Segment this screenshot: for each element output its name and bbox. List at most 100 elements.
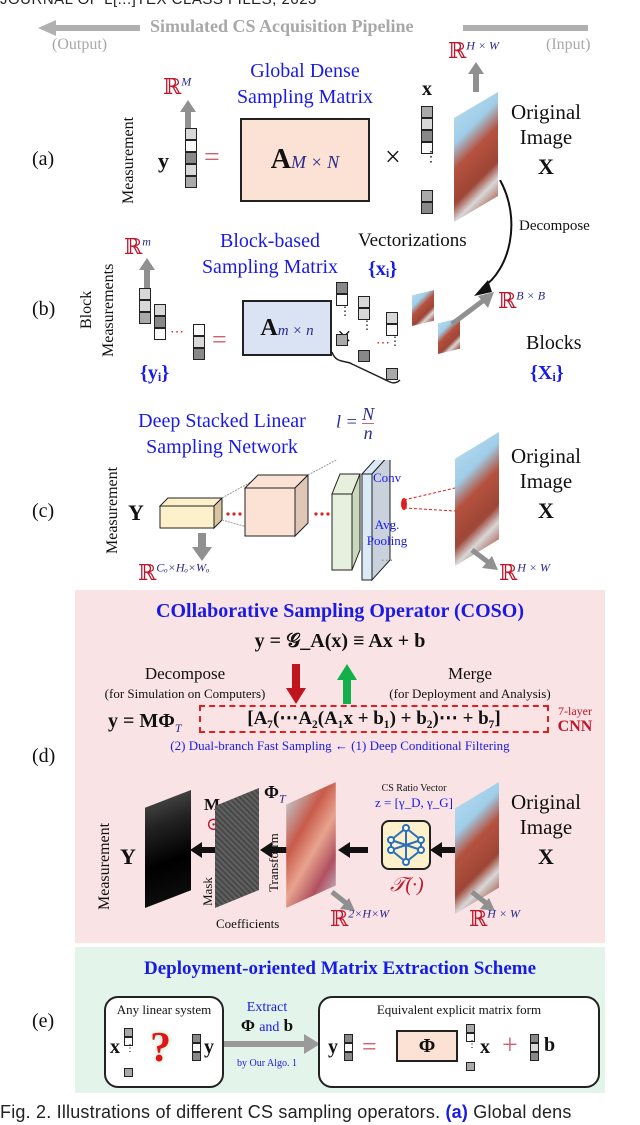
- panel-a-matrix-box: AM × N: [240, 118, 370, 202]
- layer-box-2: [243, 473, 310, 538]
- blocks-set: {Xᵢ}: [530, 362, 564, 384]
- panel-a-image-space: ℝH × W: [448, 38, 500, 64]
- cs-ratio-equation: z = [γ_D, γ_G]: [374, 795, 454, 810]
- panel-c-down-arrow: [192, 533, 212, 561]
- decompose-arrow: [474, 180, 513, 296]
- filter-operator-symbol: 𝒯(·): [390, 874, 424, 896]
- panel-b-matrix-box: Am × n: [242, 300, 332, 356]
- cnn-bracket-equation: [A₇(⋯A₂(A₁x + b₁) + b₂)⋯ + b₇]: [199, 705, 549, 733]
- unknown-system-icon: ?: [150, 1025, 171, 1071]
- decompose-block: Decompose (for Simulation on Computers): [104, 664, 266, 701]
- extract-phi-b: Φ and b: [240, 1016, 294, 1035]
- panel-a-image-up-arrow: [468, 62, 484, 92]
- figure-caption: Fig. 2. Illustrations of different CS sa…: [0, 1102, 572, 1123]
- panel-b-title: Block-based Sampling Matrix: [201, 230, 339, 278]
- panel-a-equals: =: [204, 142, 220, 173]
- panel-c-image-arrow: [470, 548, 498, 570]
- panel-b-brace: [331, 351, 401, 384]
- network-arrow: [338, 842, 368, 858]
- panel-a-title-line1: Global Dense: [250, 60, 360, 82]
- panel-b-y-set: {yᵢ}: [140, 362, 170, 384]
- merge-block: Merge (for Deployment and Analysis): [389, 664, 551, 701]
- panel-a-side-label: Measurement: [120, 116, 137, 204]
- panel-a-x-symbol: x: [422, 78, 432, 100]
- panel-a-y-symbol: y: [158, 148, 169, 173]
- extract-algo-note: by Our Algo. 1: [237, 1058, 297, 1069]
- cs-ratio-block: CS Ratio Vector z = [γ_D, γ_G]: [364, 782, 464, 810]
- panel-b-block-space: ℝB × B: [498, 288, 546, 314]
- pipeline-output-label: (Output): [52, 36, 108, 53]
- panel-c-title: Deep Stacked Linear Sampling Network: [138, 410, 306, 458]
- filter-output-space: ℝ2×H×W: [330, 906, 390, 932]
- extract-label: Extract: [246, 1000, 288, 1015]
- panel-b-x-set: {xᵢ}: [368, 258, 398, 280]
- panel-c-side-label: Measurement: [104, 466, 121, 554]
- panel-c-label: (c): [32, 500, 55, 522]
- layer-box-1: [158, 496, 224, 530]
- decompose-down-arrow: [286, 664, 306, 704]
- pipeline-line-right: [463, 25, 588, 31]
- cs-ratio-label: CS Ratio Vector: [381, 783, 447, 794]
- transform-symbol: ΦT: [264, 782, 286, 806]
- coso-main-equation: y = 𝒢_A(x) ≡ Ax + b: [254, 630, 426, 652]
- coso-flow-note: (2) Dual-branch Fast Sampling ← (1) Deep…: [170, 738, 510, 753]
- caption-link-a[interactable]: (a): [445, 1102, 468, 1122]
- coefficients-map: [215, 788, 259, 908]
- coso-title: COllaborative Sampling Operator (COSO): [156, 600, 524, 622]
- neural-network-icon: [387, 824, 425, 866]
- caption-suffix: Global dens: [473, 1102, 572, 1122]
- coefficients-label: Coefficients: [216, 916, 280, 931]
- cnn-note: 7-layer CNN: [557, 704, 593, 735]
- linear-system-x: x: [110, 1036, 120, 1058]
- panel-c-measurement-space: ℝCₒ×Hₒ×Wₒ: [138, 560, 210, 586]
- pipeline-input-label: (Input): [546, 36, 591, 53]
- explicit-matrix-box: Equivalent explicit matrix form y = Φ ⋮ …: [318, 996, 600, 1088]
- panel-a-measurement-space: ℝM: [163, 74, 192, 100]
- linear-system-title: Any linear system: [116, 1002, 212, 1017]
- pipeline-line-left: [55, 25, 140, 31]
- panel-a-up-arrow: [180, 100, 196, 130]
- layer-box-3: [331, 473, 361, 571]
- panel-a-decompose-label: Decompose: [519, 218, 590, 234]
- panel-c-image-label: Original Image X: [511, 444, 581, 523]
- panel-a-title: Global Dense Sampling Matrix: [230, 58, 380, 110]
- panel-a-label: (a): [32, 148, 55, 170]
- panel-d-side-label: Measurement: [96, 822, 113, 910]
- caption-prefix: Fig. 2. Illustrations of different CS sa…: [0, 1102, 441, 1122]
- conditional-filter-net: [381, 820, 431, 870]
- mask-label: Mask: [200, 877, 215, 906]
- panel-b-equals: =: [212, 325, 227, 354]
- panel-d-label: (d): [32, 745, 56, 767]
- extraction-title: Deployment-oriented Matrix Extraction Sc…: [143, 958, 537, 979]
- pipeline-title: Simulated CS Acquisition Pipeline: [150, 16, 414, 36]
- extract-arrow: [224, 1034, 320, 1054]
- panel-b-block-arrow: [450, 292, 494, 326]
- panel-d-image-space: ℝH × W: [469, 906, 521, 932]
- panel-b-label: (b): [32, 298, 56, 320]
- image-input-arrow: [430, 842, 456, 858]
- panel-c-original-image: [455, 432, 499, 566]
- blocks-label: Blocks: [526, 332, 582, 354]
- measurement-map: [145, 790, 191, 908]
- pipeline-arrowhead: [38, 20, 56, 36]
- panel-b-measurement-space: ℝm: [124, 234, 151, 260]
- panel-a-title-line2: Sampling Matrix: [236, 86, 374, 108]
- panel-b-side-label: Block Measurements: [78, 263, 117, 357]
- linear-system-y: y: [204, 1036, 214, 1058]
- linear-system-box: Any linear system x ⋮ ? y: [104, 996, 224, 1088]
- panel-c-y-symbol: Y: [128, 500, 144, 525]
- panel-d-y-symbol: Y: [120, 844, 136, 869]
- explicit-y: y: [328, 1036, 338, 1058]
- explicit-phi-matrix: Φ: [396, 1030, 458, 1062]
- explicit-plus: +: [502, 1030, 518, 1061]
- panel-e-label: (e): [32, 1010, 55, 1032]
- vectorizations-label: Vectorizations: [358, 230, 467, 251]
- transform-label: Transfo-rm: [266, 833, 281, 893]
- panel-a-image-label: Original Image X: [511, 100, 581, 179]
- coso-expanded-prefix: y = MΦT: [108, 710, 182, 735]
- explicit-b: b: [544, 1034, 556, 1056]
- explicit-equals: =: [362, 1032, 377, 1061]
- explicit-x: x: [480, 1036, 490, 1058]
- panel-b-l-formula: l = N n: [336, 404, 375, 443]
- panel-d-image-label: Original Image X: [511, 790, 581, 869]
